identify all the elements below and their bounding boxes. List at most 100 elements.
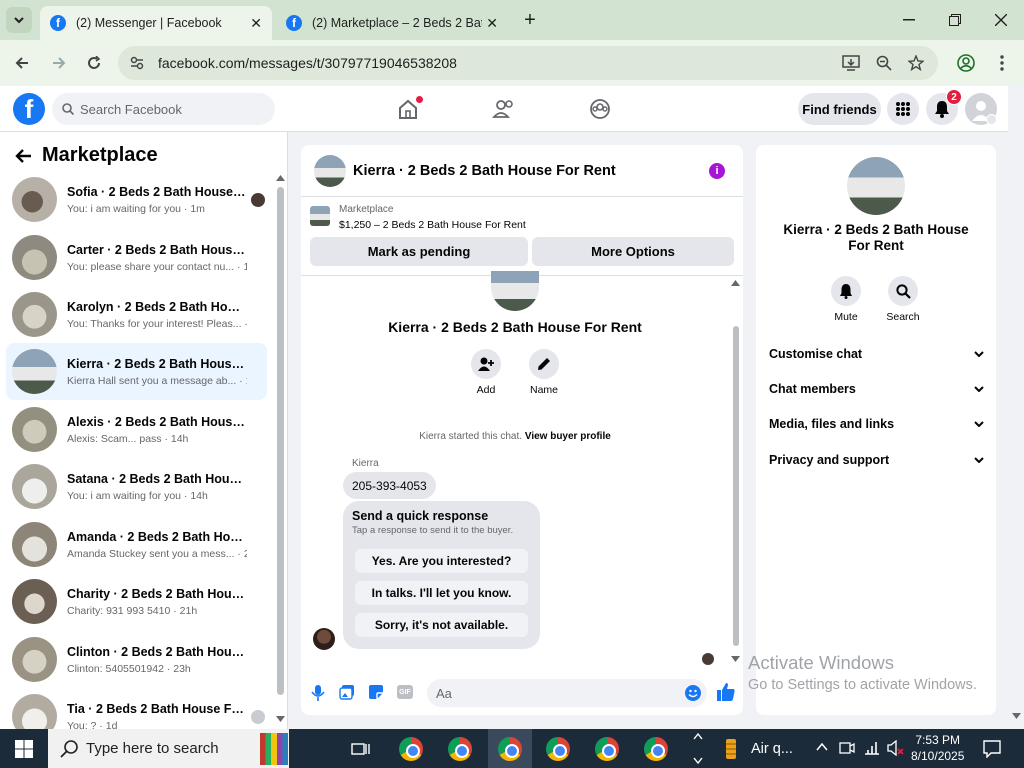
search-icon <box>62 103 74 115</box>
meet-now-icon[interactable] <box>839 740 855 756</box>
conversation-item[interactable]: Alexis · 2 Beds 2 Bath House Fo... Alexis… <box>6 401 267 458</box>
chrome-taskbar-button[interactable] <box>543 734 573 764</box>
more-vertical-icon <box>1000 55 1004 71</box>
find-friends-button[interactable]: Find friends <box>798 93 881 125</box>
notifications-button[interactable]: 2 <box>926 89 962 125</box>
conversation-item[interactable]: Tia · 2 Beds 2 Bath House For... You: ? ·… <box>6 688 267 729</box>
conversation-item[interactable]: Karolyn · 2 Beds 2 Bath House F... You: T… <box>6 286 267 343</box>
conversation-item[interactable]: Sofia · 2 Beds 2 Bath House F... You: i a… <box>6 171 267 228</box>
search-in-chat-button[interactable]: Search <box>878 276 928 323</box>
facebook-search-input[interactable]: Search Facebook <box>52 93 275 125</box>
conversation-item-selected[interactable]: Kierra · 2 Beds 2 Bath House Fo... Kierra… <box>6 343 267 400</box>
browser-menu-button[interactable] <box>991 52 1013 74</box>
chat-title[interactable]: Kierra · 2 Beds 2 Bath House For Rent <box>353 163 616 179</box>
mute-button[interactable]: Mute <box>821 276 871 323</box>
scroll-up-arrow-icon[interactable] <box>731 280 740 286</box>
emoji-icon[interactable] <box>685 685 701 701</box>
gif-button[interactable]: GIF <box>397 685 413 699</box>
notification-center-icon[interactable] <box>983 740 1001 758</box>
view-buyer-profile-link[interactable]: View buyer profile <box>525 431 611 442</box>
taskbar-search-placeholder: Type here to search <box>86 740 219 757</box>
chat-scrollbar[interactable] <box>731 280 740 662</box>
home-nav-button[interactable] <box>392 93 424 125</box>
groups-nav-button[interactable] <box>584 93 616 125</box>
account-avatar[interactable] <box>965 93 997 125</box>
message-bubble[interactable]: 205-393-4053 <box>343 472 436 499</box>
weather-widget[interactable]: Air q... <box>722 738 793 760</box>
chrome-taskbar-button[interactable] <box>592 734 622 764</box>
back-button[interactable] <box>11 52 33 74</box>
task-view-button[interactable] <box>346 734 376 764</box>
conversation-preview: Alexis: Scam... pass · 14h <box>67 432 189 445</box>
scroll-down-arrow-icon[interactable] <box>731 656 740 662</box>
chat-scroll-thumb[interactable] <box>733 326 739 646</box>
listing-price-title[interactable]: $1,250 – 2 Beds 2 Bath House For Rent <box>339 219 526 231</box>
zoom-icon[interactable] <box>876 55 892 71</box>
more-options-button[interactable]: More Options <box>532 237 734 266</box>
friends-nav-button[interactable] <box>488 93 520 125</box>
tab-title: (2) Marketplace – 2 Beds 2 Bath <box>312 16 482 30</box>
conversation-item[interactable]: Clinton · 2 Beds 2 Bath House F... Clinto… <box>6 631 267 688</box>
taskbar-clock[interactable]: 7:53 PM 8/10/2025 <box>911 732 964 764</box>
message-input[interactable]: Aa <box>427 679 707 707</box>
photo-icon[interactable] <box>339 684 355 700</box>
close-window-button[interactable] <box>989 8 1013 32</box>
url-bar[interactable]: facebook.com/messages/t/3079771904653820… <box>118 46 938 80</box>
url-text: facebook.com/messages/t/3079771904653820… <box>158 55 457 71</box>
forward-button[interactable] <box>48 52 70 74</box>
sticker-icon[interactable] <box>368 684 384 700</box>
scroll-down-arrow-icon[interactable] <box>1012 713 1021 719</box>
conversation-list-scrollbar[interactable] <box>277 187 284 695</box>
tab-close-button[interactable]: ✕ <box>486 15 498 32</box>
start-button[interactable] <box>9 734 39 764</box>
chat-members-section[interactable]: Chat members <box>769 379 984 399</box>
minimize-button[interactable] <box>897 8 921 32</box>
taskbar-scroll-icon[interactable] <box>692 731 704 766</box>
conversation-title: Karolyn · 2 Beds 2 Bath House F... <box>67 299 247 314</box>
add-action[interactable]: Add <box>465 349 507 396</box>
chrome-taskbar-button[interactable] <box>641 734 671 764</box>
bookmark-star-icon[interactable] <box>908 55 924 71</box>
back-arrow-icon[interactable] <box>14 148 32 164</box>
tab-close-button[interactable]: ✕ <box>250 15 262 32</box>
mark-as-pending-button[interactable]: Mark as pending <box>310 237 528 266</box>
volume-muted-icon[interactable] <box>887 740 905 756</box>
tab-messenger[interactable]: f (2) Messenger | Facebook ✕ <box>40 6 272 40</box>
customise-chat-section[interactable]: Customise chat <box>769 344 984 364</box>
conversation-item[interactable]: Satana · 2 Beds 2 Bath House F... You: i … <box>6 458 267 515</box>
tab-marketplace[interactable]: f (2) Marketplace – 2 Beds 2 Bath ✕ <box>276 6 508 40</box>
conversation-item[interactable]: Amanda · 2 Beds 2 Bath House ... Amanda S… <box>6 516 267 573</box>
quick-response-button[interactable]: In talks. I'll let you know. <box>355 581 528 605</box>
microphone-icon[interactable] <box>311 684 325 702</box>
chrome-taskbar-button[interactable] <box>396 734 426 764</box>
privacy-support-section[interactable]: Privacy and support <box>769 450 984 470</box>
reload-button[interactable] <box>83 52 105 74</box>
scroll-up-arrow-icon[interactable] <box>276 175 285 181</box>
thumbs-up-icon[interactable] <box>716 682 736 702</box>
marketplace-listing-bar: Marketplace $1,250 – 2 Beds 2 Bath House… <box>301 198 743 276</box>
restore-button[interactable] <box>943 8 967 32</box>
chevron-up-icon[interactable] <box>816 743 828 751</box>
conversation-item[interactable]: Carter · 2 Beds 2 Bath House Fo... You: p… <box>6 229 267 286</box>
page-scrollbar[interactable] <box>1008 86 1024 729</box>
taskbar-search-box[interactable]: Type here to search <box>48 729 289 768</box>
chrome-taskbar-button-active[interactable] <box>488 729 532 768</box>
quick-response-button[interactable]: Sorry, it's not available. <box>355 613 528 637</box>
media-files-links-section[interactable]: Media, files and links <box>769 414 984 434</box>
new-tab-button[interactable]: + <box>518 8 542 32</box>
profile-button[interactable] <box>955 52 977 74</box>
info-icon[interactable]: i <box>709 163 725 179</box>
install-app-icon[interactable] <box>842 55 860 71</box>
listing-thumbnail <box>12 579 57 624</box>
chat-avatar[interactable] <box>314 154 346 187</box>
conversation-item[interactable]: Charity · 2 Beds 2 Bath House F... Charit… <box>6 573 267 630</box>
tab-search-button[interactable] <box>6 7 32 33</box>
menu-button[interactable] <box>887 93 919 125</box>
profile-avatar <box>491 271 539 311</box>
name-action[interactable]: Name <box>523 349 565 396</box>
chrome-taskbar-button[interactable] <box>445 734 475 764</box>
facebook-logo[interactable]: f <box>13 93 45 125</box>
scroll-down-arrow-icon[interactable] <box>276 716 285 722</box>
quick-response-button[interactable]: Yes. Are you interested? <box>355 549 528 573</box>
network-icon[interactable] <box>864 741 880 755</box>
